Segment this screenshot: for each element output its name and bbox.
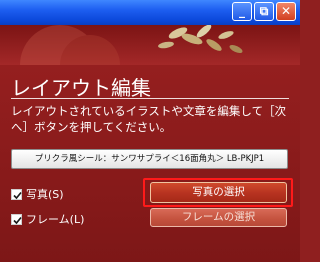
bamboo-leaves-icon <box>158 25 243 54</box>
product-info-button[interactable]: プリクラ風シール：サンワサプライ＜16面角丸＞ LB-PKJP1 <box>11 149 288 169</box>
frame-checkbox-label[interactable]: フレーム(L) <box>26 211 84 227</box>
decorative-header <box>0 25 300 65</box>
window-titlebar: _ ⧉ ✕ <box>0 0 300 25</box>
page-title: レイアウト編集 <box>11 76 151 100</box>
checkmark-icon <box>13 191 22 199</box>
instruction-text: レイアウトされているイラストや文章を編集して［次へ］ボタンを押してください。 <box>11 104 287 134</box>
fan-pattern-decoration <box>20 25 243 65</box>
frame-checkbox[interactable] <box>11 213 22 225</box>
photo-checkbox-label[interactable]: 写真(S) <box>26 186 64 202</box>
maximize-button[interactable]: ⧉ <box>254 2 274 21</box>
photo-option-row: 写真(S) <box>11 186 64 202</box>
select-frame-button[interactable]: フレームの選択 <box>150 208 287 227</box>
frame-option-row: フレーム(L) <box>11 211 84 227</box>
checkmark-icon <box>13 216 22 224</box>
close-button[interactable]: ✕ <box>276 2 296 21</box>
layout-edit-panel: レイアウト編集 レイアウトされているイラストや文章を編集して［次へ］ボタンを押し… <box>0 65 300 262</box>
title-divider <box>11 98 289 99</box>
select-photo-button[interactable]: 写真の選択 <box>150 182 287 203</box>
minimize-button[interactable]: _ <box>232 2 252 21</box>
photo-checkbox[interactable] <box>11 188 22 200</box>
